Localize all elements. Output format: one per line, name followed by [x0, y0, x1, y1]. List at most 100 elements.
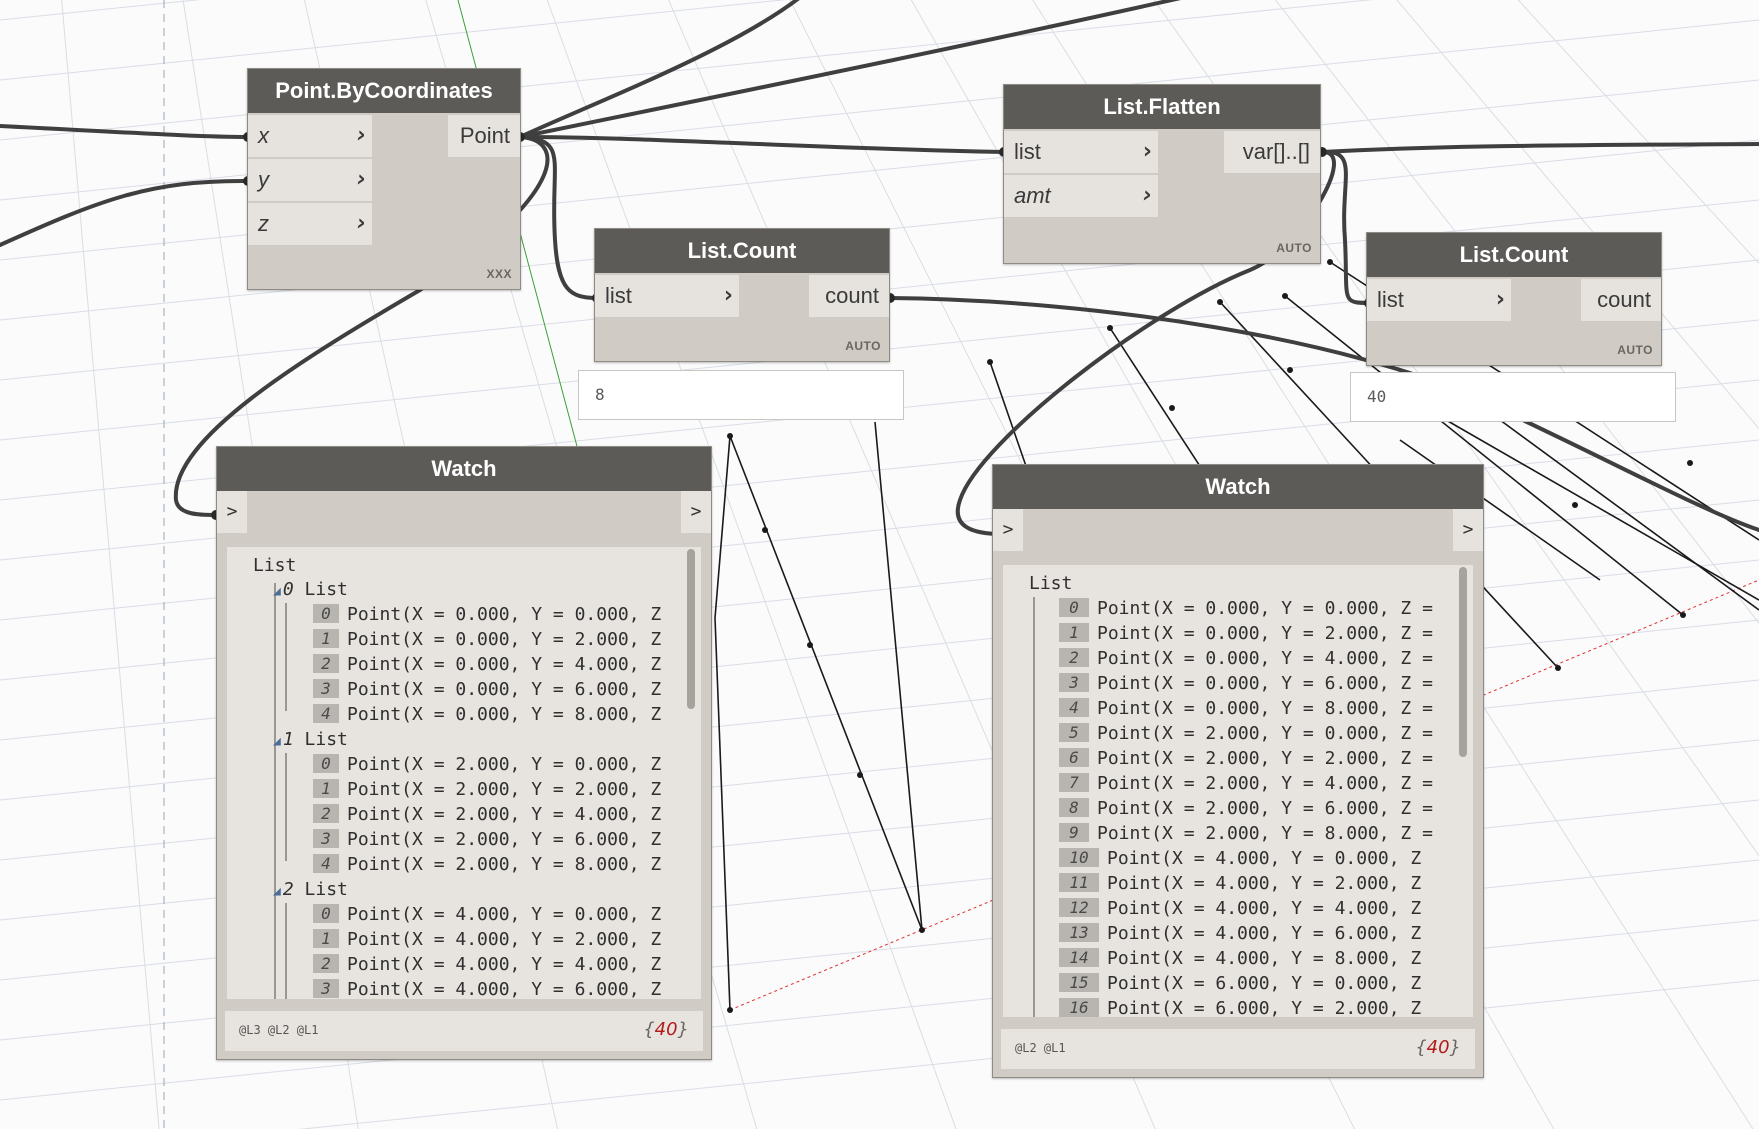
list-item[interactable]: 2 Point(X = 0.000, Y = 4.000, Z =: [1059, 646, 1433, 671]
vertical-scrollbar[interactable]: [687, 549, 695, 709]
item-index: 0: [1059, 598, 1089, 617]
watch-input-port[interactable]: >: [993, 509, 1023, 551]
graph-canvas[interactable]: Point.ByCoordinates x › y › z › Point XXX L…: [0, 0, 1759, 1129]
output-port-count[interactable]: count: [1581, 279, 1661, 321]
list-item[interactable]: 3 Point(X = 0.000, Y = 6.000, Z: [313, 677, 661, 702]
list-count-node[interactable]: List.Count list › count AUTO: [594, 228, 890, 362]
point-bycoordinates-node[interactable]: Point.ByCoordinates x › y › z › Point XXX: [247, 68, 521, 290]
port-label: Point: [459, 123, 510, 148]
list-item[interactable]: 4 Point(X = 0.000, Y = 8.000, Z: [313, 702, 661, 727]
node-title[interactable]: List.Count: [1367, 233, 1661, 277]
node-title[interactable]: Watch: [993, 465, 1483, 509]
list-levels-label[interactable]: @L2 @L1: [1015, 1041, 1066, 1055]
tree-group-1[interactable]: ◢ 1 List: [273, 727, 348, 752]
item-index: 5: [1059, 723, 1089, 742]
watch-output-port[interactable]: >: [681, 491, 711, 533]
input-port-amt[interactable]: amt ›: [1004, 175, 1158, 217]
item-index: 1: [313, 629, 339, 648]
list-item[interactable]: 12 Point(X = 4.000, Y = 4.000, Z: [1059, 896, 1421, 921]
group-index: 2: [282, 879, 294, 900]
watch-tree-view[interactable]: List 0 Point(X = 0.000, Y = 0.000, Z = 1P…: [1003, 565, 1473, 1017]
lacing-indicator[interactable]: XXX: [486, 267, 512, 281]
expand-triangle-icon[interactable]: ◢: [273, 584, 281, 599]
item-value: Point(X = 4.000, Y = 2.000, Z: [1107, 873, 1422, 894]
input-port-list[interactable]: list ›: [595, 275, 739, 317]
list-item[interactable]: 0 Point(X = 2.000, Y = 0.000, Z: [313, 752, 661, 777]
expand-triangle-icon[interactable]: ◢: [273, 734, 281, 749]
list-item[interactable]: 1 Point(X = 2.000, Y = 2.000, Z: [313, 777, 661, 802]
port-label: y: [258, 167, 269, 192]
chevron-right-icon: ›: [1142, 139, 1152, 164]
watch-output-port[interactable]: >: [1453, 509, 1483, 551]
item-index: 3: [313, 979, 339, 998]
node-preview-bubble: 40: [1350, 372, 1676, 422]
list-item[interactable]: 1 Point(X = 4.000, Y = 2.000, Z: [313, 927, 661, 952]
list-item[interactable]: 1 Point(X = 0.000, Y = 2.000, Z =: [1059, 621, 1433, 646]
watch-input-port[interactable]: >: [217, 491, 247, 533]
node-title[interactable]: Point.ByCoordinates: [248, 69, 520, 113]
list-item[interactable]: 9 Point(X = 2.000, Y = 8.000, Z =: [1059, 821, 1433, 846]
item-count-value: 40: [654, 1019, 678, 1040]
input-port-z[interactable]: z ›: [248, 203, 372, 245]
list-item[interactable]: 0 Point(X = 0.000, Y = 0.000, Z: [313, 602, 661, 627]
lacing-indicator[interactable]: AUTO: [1617, 343, 1653, 357]
output-port-point[interactable]: Point: [448, 115, 520, 157]
watch-tree-view[interactable]: List ◢ 0 List 0 Point(X = 0.000, Y = 0.000…: [227, 547, 701, 999]
list-item[interactable]: 13 Point(X = 4.000, Y = 6.000, Z: [1059, 921, 1421, 946]
list-item[interactable]: 6 Point(X = 2.000, Y = 2.000, Z =: [1059, 746, 1433, 771]
list-item[interactable]: 15 Point(X = 6.000, Y = 0.000, Z: [1059, 971, 1421, 996]
item-value: Point(X = 2.000, Y = 8.000, Z =: [1097, 823, 1433, 844]
item-index: 9: [1059, 823, 1089, 842]
list-item[interactable]: 4 Point(X = 0.000, Y = 8.000, Z =: [1059, 696, 1433, 721]
list-levels-label[interactable]: @L3 @L2 @L1: [239, 1023, 318, 1037]
item-index: 1: [313, 929, 339, 948]
tree-guide-line: [285, 603, 287, 711]
node-title[interactable]: Watch: [217, 447, 711, 491]
list-item[interactable]: 0 Point(X = 0.000, Y = 0.000, Z =: [1059, 596, 1433, 621]
tree-group-2[interactable]: ◢ 2 List: [273, 877, 348, 902]
list-item[interactable]: 2 Point(X = 4.000, Y = 4.000, Z: [313, 952, 661, 977]
list-item[interactable]: 3 Point(X = 4.000, Y = 6.000, Z: [313, 977, 661, 999]
input-port-list[interactable]: list ›: [1004, 131, 1158, 173]
group-label: List: [304, 879, 348, 900]
vertical-scrollbar[interactable]: [1459, 567, 1467, 757]
list-item[interactable]: 2 Point(X = 2.000, Y = 4.000, Z: [313, 802, 661, 827]
watch-node[interactable]: Watch > > List ◢ 0 List 0 Point(X = 0.000,…: [216, 446, 712, 1060]
list-item[interactable]: 7 Point(X = 2.000, Y = 4.000, Z =: [1059, 771, 1433, 796]
expand-triangle-icon[interactable]: ◢: [273, 884, 281, 899]
item-value: Point(X = 0.000, Y = 0.000, Z =: [1097, 598, 1433, 619]
watch-node-2[interactable]: Watch > > List 0 Point(X = 0.000, Y = 0.0…: [992, 464, 1484, 1078]
lacing-indicator[interactable]: AUTO: [1276, 241, 1312, 255]
list-item[interactable]: 8 Point(X = 2.000, Y = 6.000, Z =: [1059, 796, 1433, 821]
port-label: var[]..[]: [1242, 139, 1310, 164]
item-index: 12: [1059, 898, 1099, 917]
input-port-x[interactable]: x ›: [248, 115, 372, 157]
list-flatten-node[interactable]: List.Flatten list › amt › var[]..[] AUTO: [1003, 84, 1321, 264]
input-port-list[interactable]: list ›: [1367, 279, 1511, 321]
list-item[interactable]: 4 Point(X = 2.000, Y = 8.000, Z: [313, 852, 661, 877]
list-item[interactable]: 3 Point(X = 0.000, Y = 6.000, Z =: [1059, 671, 1433, 696]
item-value: Point(X = 0.000, Y = 2.000, Z =: [1097, 623, 1433, 644]
item-index: 16: [1059, 998, 1099, 1017]
list-item[interactable]: 3 Point(X = 2.000, Y = 6.000, Z: [313, 827, 661, 852]
lacing-indicator[interactable]: AUTO: [845, 339, 881, 353]
list-item[interactable]: 11 Point(X = 4.000, Y = 2.000, Z: [1059, 871, 1421, 896]
output-port-var[interactable]: var[]..[]: [1224, 131, 1320, 173]
node-title[interactable]: List.Flatten: [1004, 85, 1320, 129]
item-value: Point(X = 4.000, Y = 0.000, Z: [1107, 848, 1422, 869]
list-item[interactable]: 14 Point(X = 4.000, Y = 8.000, Z: [1059, 946, 1421, 971]
output-port-count[interactable]: count: [809, 275, 889, 317]
list-item[interactable]: 5 Point(X = 2.000, Y = 0.000, Z =: [1059, 721, 1433, 746]
list-count-node-2[interactable]: List.Count list › count AUTO: [1366, 232, 1662, 366]
list-item[interactable]: 2 Point(X = 0.000, Y = 4.000, Z: [313, 652, 661, 677]
node-title[interactable]: List.Count: [595, 229, 889, 273]
list-item[interactable]: 16 Point(X = 6.000, Y = 2.000, Z: [1059, 996, 1421, 1017]
item-index: 0: [313, 904, 339, 923]
input-port-y[interactable]: y ›: [248, 159, 372, 201]
tree-guide-line: [285, 753, 287, 861]
list-item[interactable]: 0 Point(X = 4.000, Y = 0.000, Z: [313, 902, 661, 927]
list-item[interactable]: 1 Point(X = 0.000, Y = 2.000, Z: [313, 627, 661, 652]
tree-group-0[interactable]: ◢ 0 List: [273, 577, 348, 602]
item-index: 3: [1059, 673, 1089, 692]
list-item[interactable]: 10 Point(X = 4.000, Y = 0.000, Z: [1059, 846, 1421, 871]
